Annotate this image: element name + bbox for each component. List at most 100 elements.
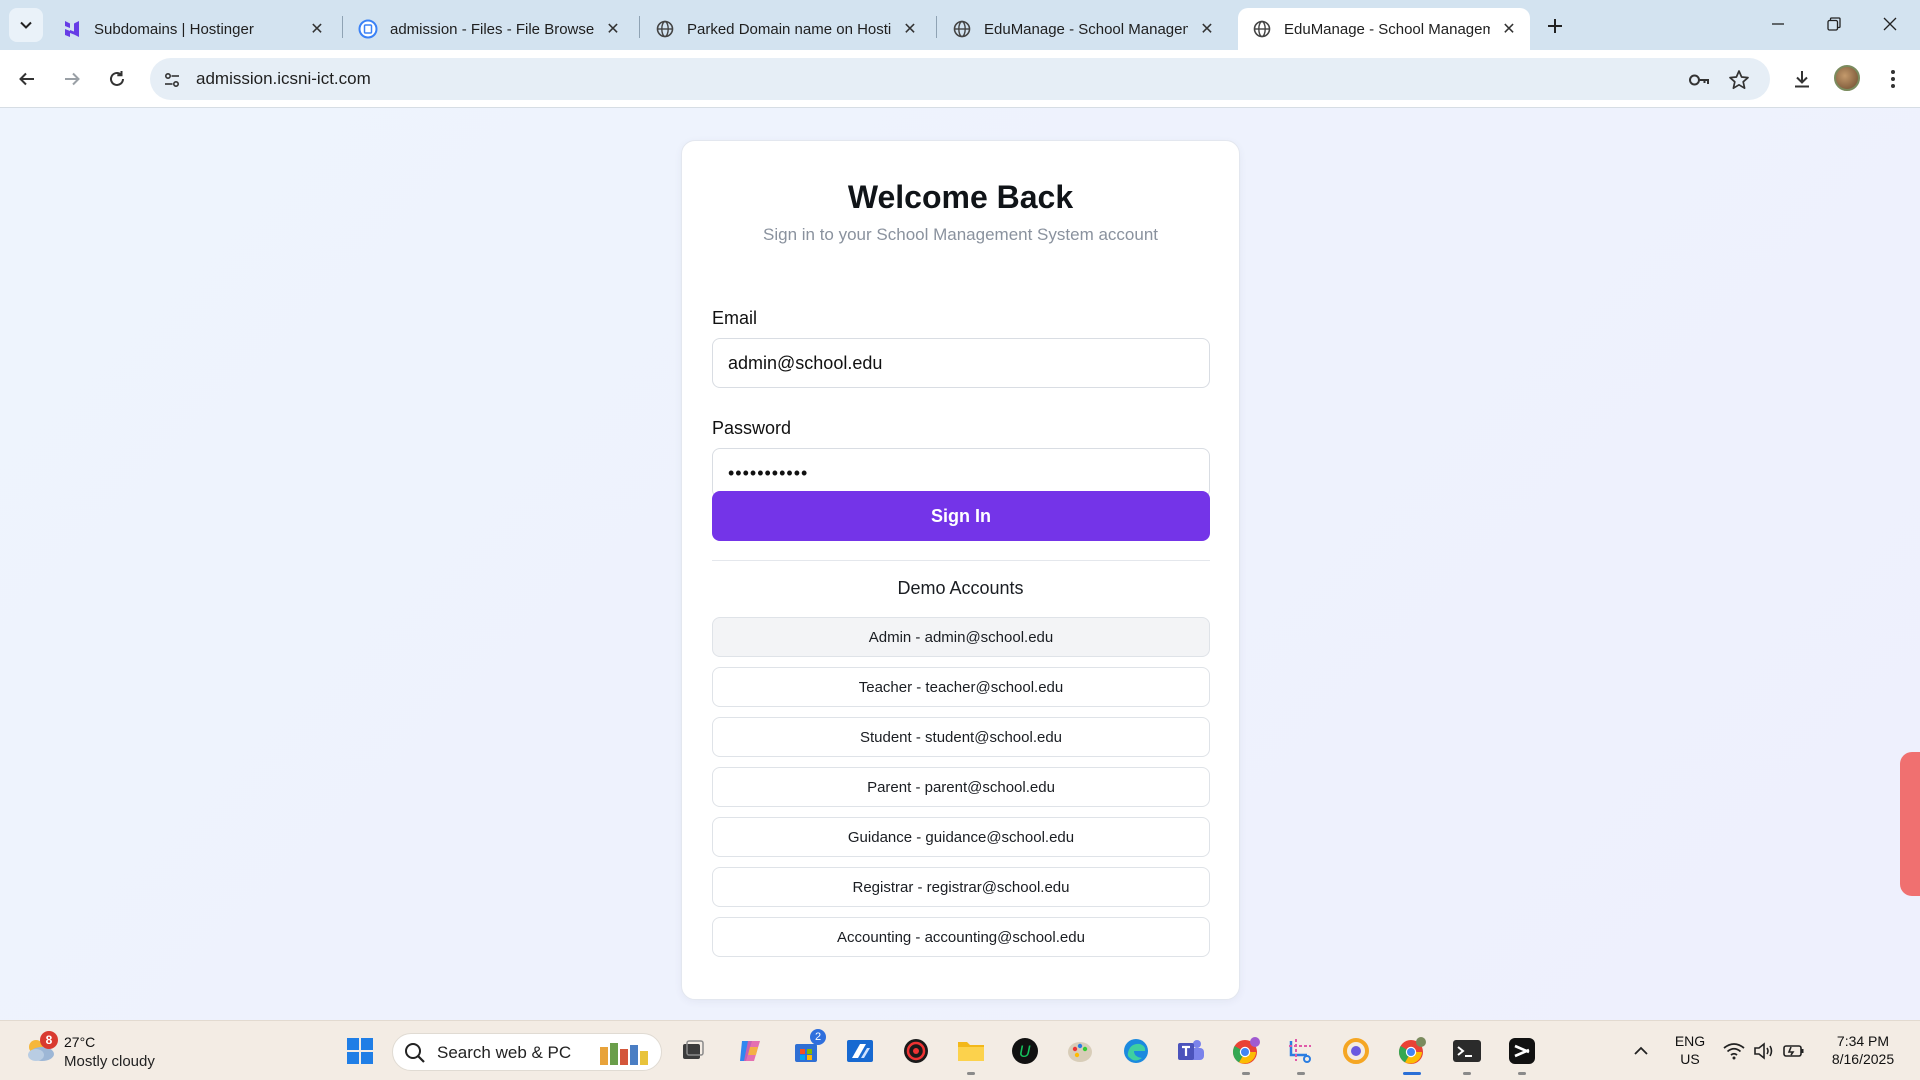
download-icon xyxy=(1795,71,1809,88)
side-panel-handle[interactable] xyxy=(1900,752,1920,896)
task-view-button[interactable] xyxy=(677,1035,709,1067)
microsoft-store-button[interactable]: 2 xyxy=(790,1029,826,1067)
page-title: Welcome Back xyxy=(847,179,1074,215)
reload-button[interactable] xyxy=(100,62,134,96)
running-indicator xyxy=(967,1072,975,1075)
restore-button[interactable] xyxy=(1806,0,1862,48)
tab-separator xyxy=(639,16,640,38)
browser-toolbar: admission.icsni-ict.com xyxy=(0,50,1920,108)
downloads-button[interactable] xyxy=(1785,62,1819,96)
app-button[interactable] xyxy=(900,1035,932,1067)
battery-button[interactable] xyxy=(1778,1035,1810,1067)
demo-account-registrar[interactable]: Registrar - registrar@school.edu xyxy=(712,867,1210,907)
close-icon[interactable]: ✕ xyxy=(1498,18,1520,40)
chrome-profile-button[interactable] xyxy=(1230,1035,1262,1075)
demo-account-accounting[interactable]: Accounting - accounting@school.edu xyxy=(712,917,1210,957)
globe-icon xyxy=(1252,19,1272,39)
minimize-button[interactable] xyxy=(1750,0,1806,48)
show-hidden-icons-button[interactable] xyxy=(1625,1035,1657,1067)
search-highlight-icon xyxy=(598,1039,658,1067)
volume-button[interactable] xyxy=(1748,1035,1780,1067)
close-icon[interactable]: ✕ xyxy=(899,18,921,40)
copilot-button[interactable] xyxy=(734,1035,766,1067)
edge-icon xyxy=(1124,1039,1148,1063)
wifi-icon xyxy=(1723,1043,1745,1060)
sign-in-button[interactable]: Sign In xyxy=(712,491,1210,541)
close-icon[interactable]: ✕ xyxy=(306,18,328,40)
snipping-tool-button[interactable] xyxy=(1285,1035,1317,1075)
davinci-resolve-icon xyxy=(904,1039,928,1063)
forward-button[interactable] xyxy=(55,62,89,96)
start-button[interactable] xyxy=(344,1035,376,1067)
app-button[interactable] xyxy=(1064,1035,1096,1067)
close-icon[interactable]: ✕ xyxy=(1196,18,1218,40)
terminal-icon xyxy=(1453,1040,1481,1062)
email-field[interactable] xyxy=(712,338,1210,388)
demo-account-guidance[interactable]: Guidance - guidance@school.edu xyxy=(712,817,1210,857)
close-window-button[interactable] xyxy=(1862,0,1918,48)
speaker-icon xyxy=(1754,1042,1773,1060)
demo-account-parent[interactable]: Parent - parent@school.edu xyxy=(712,767,1210,807)
close-icon[interactable]: ✕ xyxy=(602,18,624,40)
page-content: Welcome Back Sign in to your School Mana… xyxy=(0,108,1920,1020)
clock[interactable]: 7:34 PM 8/16/2025 xyxy=(1818,1033,1908,1067)
chrome-icon xyxy=(1232,1037,1260,1064)
back-button[interactable] xyxy=(10,62,44,96)
edge-button[interactable] xyxy=(1120,1035,1152,1067)
demo-account-teacher[interactable]: Teacher - teacher@school.edu xyxy=(712,667,1210,707)
tab-edumanage-active[interactable]: EduManage - School Management ✕ xyxy=(1238,8,1530,50)
plus-icon xyxy=(1548,19,1562,33)
paint-palette-icon xyxy=(1068,1042,1092,1062)
password-key-icon[interactable] xyxy=(1687,68,1711,92)
language-indicator[interactable]: ENG US xyxy=(1670,1033,1710,1067)
globe-icon xyxy=(655,19,675,39)
app-button[interactable] xyxy=(1506,1035,1538,1075)
windows-logo-icon xyxy=(347,1038,373,1064)
battery-icon xyxy=(1783,1045,1804,1057)
arrow-left-icon xyxy=(19,72,34,86)
browser-tab-strip: Subdomains | Hostinger ✕ admission - Fil… xyxy=(0,0,1920,50)
chrome-icon xyxy=(1398,1037,1426,1064)
wifi-button[interactable] xyxy=(1718,1035,1750,1067)
copilot-icon xyxy=(740,1041,760,1061)
app-button[interactable] xyxy=(844,1035,876,1067)
folder-icon xyxy=(958,1042,984,1061)
terminal-button[interactable] xyxy=(1451,1035,1483,1075)
demo-account-admin[interactable]: Admin - admin@school.edu xyxy=(712,617,1210,657)
tab-file-browser[interactable]: admission - Files - File Browser ✕ xyxy=(344,8,634,50)
app-button[interactable]: U xyxy=(1009,1035,1041,1067)
search-placeholder: Search web & PC xyxy=(437,1043,572,1062)
demo-account-student[interactable]: Student - student@school.edu xyxy=(712,717,1210,757)
running-indicator xyxy=(1403,1072,1421,1075)
snipping-tool-icon xyxy=(1289,1039,1311,1063)
weather-widget[interactable]: 8 27°C Mostly cloudy xyxy=(20,1029,180,1073)
file-explorer-button[interactable] xyxy=(955,1035,987,1075)
store-badge: 2 xyxy=(810,1029,826,1045)
close-icon xyxy=(1883,17,1897,31)
profile-avatar[interactable] xyxy=(1834,65,1860,91)
app-button[interactable] xyxy=(1340,1035,1372,1067)
tab-title: Subdomains | Hostinger xyxy=(94,20,254,38)
tab-edumanage-1[interactable]: EduManage - School Management ✕ xyxy=(938,8,1228,50)
bookmark-star-icon[interactable] xyxy=(1727,68,1751,92)
globe-icon xyxy=(952,19,972,39)
chevron-down-icon xyxy=(20,21,32,29)
restore-icon xyxy=(1827,17,1841,31)
tab-subdomains[interactable]: Subdomains | Hostinger ✕ xyxy=(48,8,338,50)
browser-menu-button[interactable] xyxy=(1876,62,1910,96)
capcut-icon xyxy=(1509,1038,1535,1064)
chrome-button[interactable] xyxy=(1396,1035,1428,1075)
password-label: Password xyxy=(712,418,792,438)
running-indicator xyxy=(1463,1072,1471,1075)
new-tab-button[interactable] xyxy=(1541,12,1569,40)
divider xyxy=(712,560,1210,561)
teams-button[interactable] xyxy=(1175,1035,1207,1067)
site-settings-icon[interactable] xyxy=(160,68,184,92)
tab-parked-domain[interactable]: Parked Domain name on Hostinger ✕ xyxy=(641,8,931,50)
minimize-icon xyxy=(1772,23,1784,25)
taskbar-search[interactable]: Search web & PC xyxy=(392,1033,662,1071)
address-bar[interactable]: admission.icsni-ict.com xyxy=(150,58,1770,100)
running-indicator xyxy=(1518,1072,1526,1075)
login-card: Welcome Back Sign in to your School Mana… xyxy=(681,140,1240,1000)
tab-search-button[interactable] xyxy=(9,8,43,42)
